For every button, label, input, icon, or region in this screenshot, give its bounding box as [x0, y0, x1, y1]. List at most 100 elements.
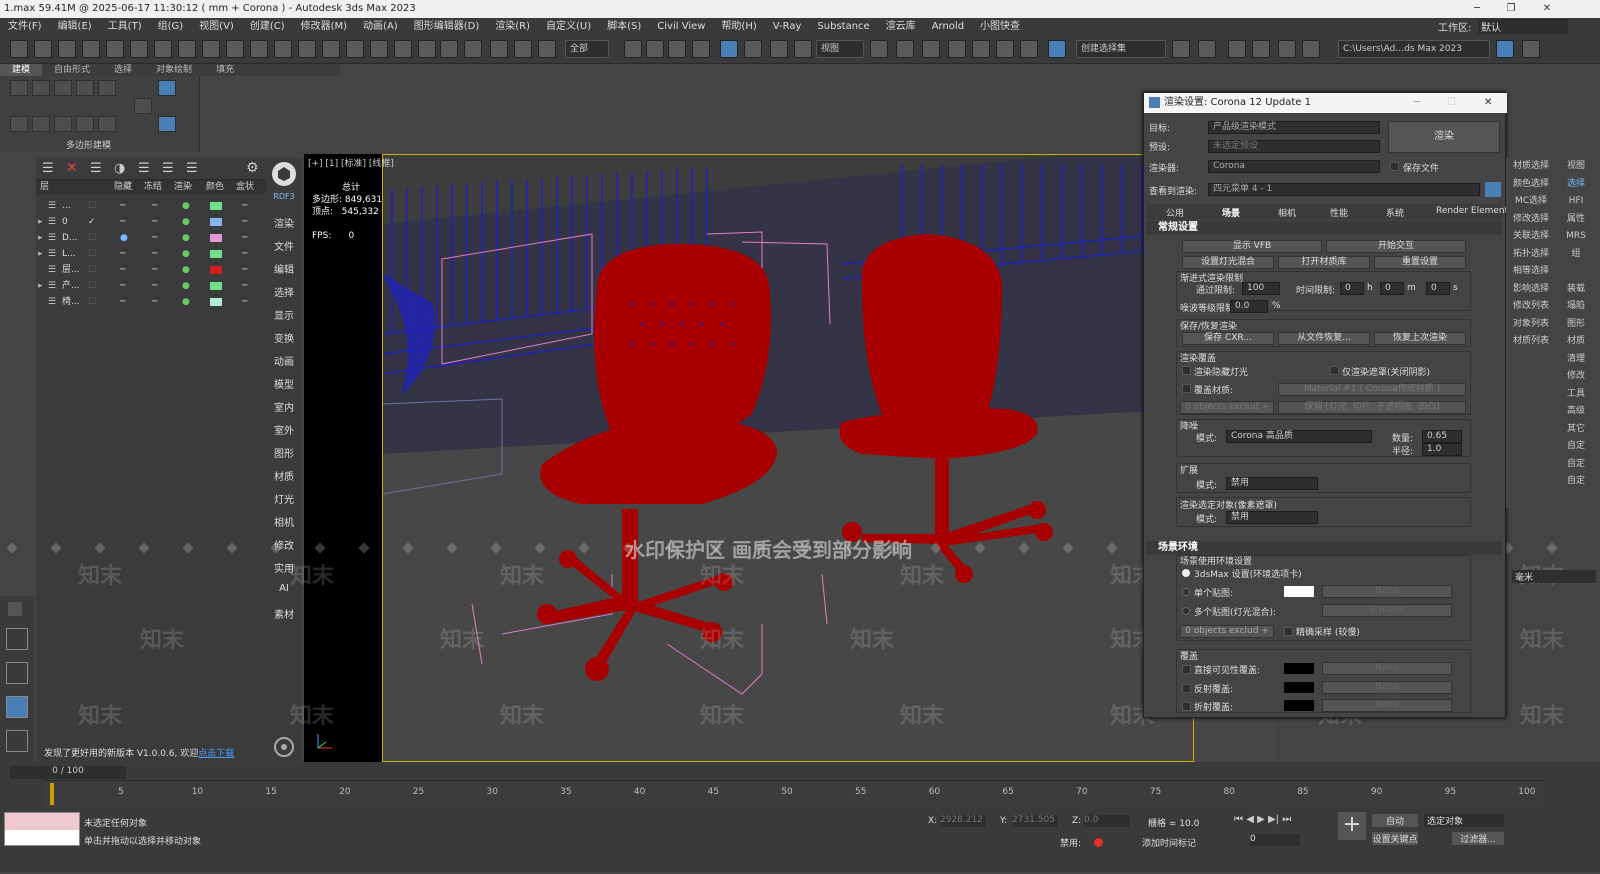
freeze-toggle[interactable]: ─	[152, 246, 157, 262]
quick-panel-item[interactable]: 自定	[1556, 473, 1596, 489]
quick-panel-item[interactable]: 相等选择	[1508, 263, 1554, 279]
reflect-override-checkbox[interactable]	[1182, 684, 1191, 693]
quick-panel-item[interactable]: 高级	[1556, 403, 1596, 419]
toolbar-tool-icon[interactable]	[106, 40, 124, 58]
toolbar-tool-icon[interactable]	[370, 40, 388, 58]
toolbar-tool-icon[interactable]	[1522, 40, 1540, 58]
box-toggle[interactable]: ─	[242, 246, 247, 262]
toolbar-tool-icon[interactable]	[896, 40, 914, 58]
menu-item[interactable]: Substance	[809, 18, 877, 36]
quick-panel-item[interactable]: 清理	[1556, 351, 1596, 367]
toolbar-tool-icon[interactable]	[464, 40, 482, 58]
maximize-button[interactable]: ❐	[1496, 0, 1526, 18]
quick-panel-item[interactable]: 修改列表	[1508, 298, 1554, 314]
side-cmd-item[interactable]: 材质	[266, 468, 302, 488]
toolbar-tool-icon[interactable]	[1228, 40, 1246, 58]
active-layer-toggle[interactable]: ☐	[88, 294, 96, 310]
side-cmd-item[interactable]: 选择	[266, 284, 302, 304]
toolbar-tool-icon[interactable]	[770, 40, 788, 58]
material-library-button[interactable]: 打开材质库	[1278, 256, 1370, 269]
ribbon-tab[interactable]: 选择	[102, 64, 144, 76]
ribbon-tool-icon[interactable]	[134, 98, 152, 114]
time-slider[interactable]: 0 / 100	[10, 766, 126, 779]
refract-color-swatch[interactable]	[1284, 700, 1314, 711]
lock-icon[interactable]	[1485, 182, 1501, 197]
single-map-color-swatch[interactable]	[1284, 586, 1314, 597]
layer-tool-icon[interactable]: ☰	[186, 161, 198, 176]
box-toggle[interactable]: ─	[242, 262, 247, 278]
col-name[interactable]: 层	[40, 180, 49, 194]
add-key-icon[interactable]: +	[1338, 812, 1366, 840]
y-input[interactable]: 2731.505	[1012, 815, 1058, 827]
toolbar-tool-icon[interactable]	[346, 40, 364, 58]
hide-toggle[interactable]: ─	[120, 278, 125, 294]
show-vfb-button[interactable]: 显示 VFB	[1182, 240, 1322, 253]
freeze-toggle[interactable]: ─	[152, 198, 157, 214]
toolbar-tool-icon[interactable]	[538, 40, 556, 58]
layer-color-swatch[interactable]	[210, 218, 222, 226]
workspace-select[interactable]: 默认	[1478, 19, 1568, 34]
layer-color-swatch[interactable]	[210, 282, 222, 290]
active-layer-toggle[interactable]: ☐	[88, 198, 96, 214]
toolbar-tool-icon[interactable]	[322, 40, 340, 58]
extension-mode-dropdown[interactable]: 禁用	[1226, 477, 1318, 490]
delete-icon[interactable]: ✕	[66, 160, 78, 176]
toolbar-tool-icon[interactable]	[870, 40, 888, 58]
render-tab[interactable]: 系统	[1386, 206, 1404, 219]
layout-split-icon[interactable]	[6, 730, 28, 752]
close-button[interactable]: ✕	[1532, 0, 1562, 18]
layer-row[interactable]: ▸ ☰ 0 ✓ ─ ─ ● ─	[36, 214, 266, 230]
toolbar-tool-icon[interactable]	[58, 40, 76, 58]
direct-map-button[interactable]: None	[1322, 662, 1452, 675]
toolbar-tool-icon[interactable]	[440, 40, 458, 58]
toolbar-tool-icon[interactable]	[274, 40, 292, 58]
target-dropdown[interactable]: 产品级渲染模式	[1208, 121, 1380, 134]
toolbar-tool-icon[interactable]	[130, 40, 148, 58]
render-tab[interactable]: 场景	[1222, 206, 1240, 219]
ribbon-tool-icon[interactable]	[76, 80, 94, 96]
ribbon-toggle-icon[interactable]	[158, 116, 176, 132]
menu-item[interactable]: 修改器(M)	[293, 18, 355, 36]
hide-toggle[interactable]: ─	[120, 294, 125, 310]
side-cmd-item[interactable]: 室内	[266, 399, 302, 419]
reflect-map-button[interactable]: None	[1322, 681, 1452, 694]
hide-toggle[interactable]: ─	[120, 214, 125, 230]
ribbon-toggle-icon[interactable]	[158, 80, 176, 96]
quick-panel-item[interactable]: MRS	[1556, 228, 1596, 244]
ribbon-tool-icon[interactable]	[98, 80, 116, 96]
render-tab[interactable]: 性能	[1330, 206, 1348, 219]
render-teapot-icon[interactable]: ●	[182, 198, 190, 214]
settings-icon[interactable]	[266, 736, 302, 760]
side-cmd-item[interactable]: 动画	[266, 353, 302, 373]
active-layer-toggle[interactable]: ☐	[88, 246, 96, 262]
quick-panel-item[interactable]: 塌陷	[1556, 298, 1596, 314]
section-general[interactable]: 常规设置	[1146, 221, 1502, 235]
quick-panel-item[interactable]	[1508, 351, 1554, 367]
quick-panel-item[interactable]: 对象列表	[1508, 316, 1554, 332]
ribbon-tool-icon[interactable]	[10, 116, 28, 132]
toolbar-tool-icon[interactable]	[490, 40, 508, 58]
quick-panel-item[interactable]: 图形	[1556, 316, 1596, 332]
expand-arrow-icon[interactable]: ▸	[38, 278, 43, 294]
render-tab[interactable]: Render Elements	[1436, 206, 1513, 216]
menu-item[interactable]: 动画(A)	[355, 18, 406, 36]
menu-item[interactable]: 组(G)	[150, 18, 192, 36]
start-interactive-button[interactable]: 开始交互	[1326, 240, 1466, 253]
toolbar-tool-icon[interactable]	[720, 40, 738, 58]
box-toggle[interactable]: ─	[242, 230, 247, 246]
auto-key-button[interactable]: 自动	[1372, 814, 1418, 827]
side-cmd-item[interactable]: 编辑	[266, 261, 302, 281]
menu-item[interactable]: 视图(V)	[191, 18, 242, 36]
filters-button[interactable]: 过滤器...	[1452, 832, 1504, 845]
expand-arrow-icon[interactable]: ▸	[38, 230, 43, 246]
amount-input[interactable]: 0.65	[1422, 430, 1462, 443]
quick-panel-item[interactable]: 组	[1556, 246, 1596, 262]
render-button[interactable]: 渲染	[1388, 121, 1500, 153]
box-toggle[interactable]: ─	[242, 294, 247, 310]
dialog-titlebar[interactable]: 渲染设置: Corona 12 Update 1 ─ ☐ ✕	[1144, 93, 1507, 113]
layer-row[interactable]: ☰ 层... ☐ ─ ─ ● ─	[36, 262, 266, 278]
layout-quad-icon[interactable]	[6, 628, 28, 650]
reflect-color-swatch[interactable]	[1284, 682, 1314, 693]
quick-panel-item[interactable]: 其它	[1556, 421, 1596, 437]
ribbon-tool-icon[interactable]	[54, 80, 72, 96]
